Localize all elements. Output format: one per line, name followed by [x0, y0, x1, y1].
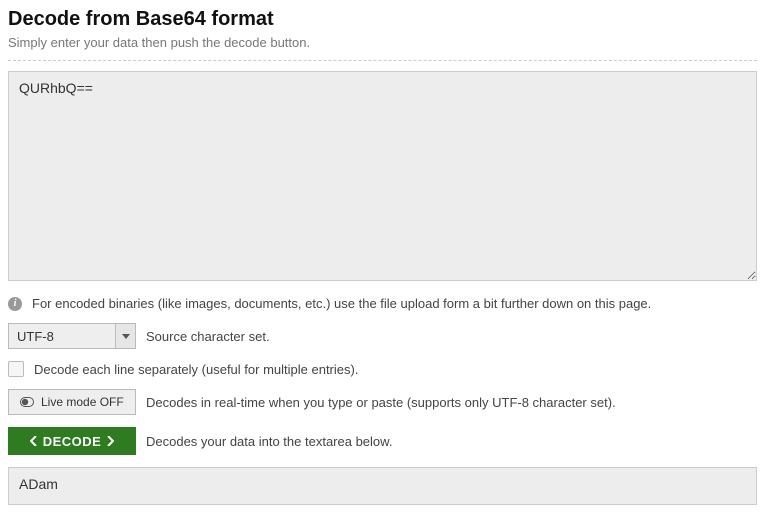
charset-select[interactable]: UTF-8: [8, 323, 136, 349]
chevron-down-icon: [115, 324, 135, 348]
toggle-off-icon: [19, 397, 35, 407]
decode-row: DECODE Decodes your data into the textar…: [8, 427, 757, 455]
live-mode-description: Decodes in real-time when you type or pa…: [146, 395, 616, 410]
charset-row: UTF-8 Source character set.: [8, 323, 757, 349]
chevron-left-icon: [30, 436, 37, 446]
live-mode-toggle[interactable]: Live mode OFF: [8, 389, 136, 415]
binary-hint-text: For encoded binaries (like images, docum…: [32, 296, 651, 311]
live-mode-row: Live mode OFF Decodes in real-time when …: [8, 389, 757, 415]
charset-label: Source character set.: [146, 329, 270, 344]
info-icon: i: [8, 297, 22, 311]
decode-each-line-checkbox[interactable]: [8, 361, 24, 377]
live-mode-toggle-label: Live mode OFF: [41, 395, 124, 409]
page-title: Decode from Base64 format: [8, 8, 757, 31]
decode-button-label: DECODE: [43, 434, 102, 449]
page-subtitle: Simply enter your data then push the dec…: [8, 35, 757, 50]
charset-selected-value: UTF-8: [9, 329, 115, 344]
base64-input[interactable]: [8, 71, 757, 281]
divider: [8, 60, 757, 61]
decoded-output[interactable]: [8, 467, 757, 505]
line-option-row: Decode each line separately (useful for …: [8, 361, 757, 377]
chevron-right-icon: [107, 436, 114, 446]
decode-button[interactable]: DECODE: [8, 427, 136, 455]
decode-each-line-label: Decode each line separately (useful for …: [34, 362, 358, 377]
decode-description: Decodes your data into the textarea belo…: [146, 434, 392, 449]
binary-hint-row: i For encoded binaries (like images, doc…: [8, 296, 757, 311]
